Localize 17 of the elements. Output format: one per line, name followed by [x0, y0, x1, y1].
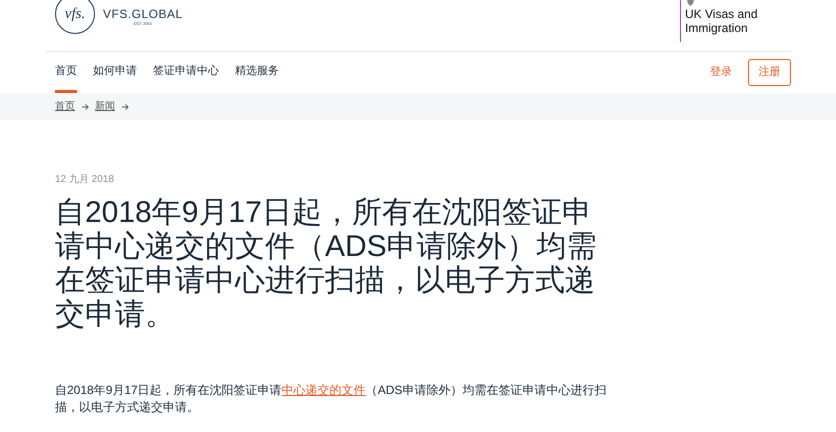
- arrow-right-icon: [81, 102, 89, 110]
- register-button[interactable]: 注册: [748, 59, 791, 86]
- breadcrumb-link[interactable]: 新闻: [95, 99, 115, 114]
- login-link[interactable]: 登录: [710, 64, 732, 81]
- logo-name: VFS.GLOBAL: [103, 6, 183, 20]
- nav-tab[interactable]: 签证申请中心: [153, 52, 219, 93]
- logo-emblem: vfs.: [55, 0, 95, 34]
- breadcrumb-link[interactable]: 首页: [55, 99, 75, 114]
- partner-name: UK Visas and Immigration: [685, 7, 758, 35]
- nav-tab[interactable]: 精选服务: [235, 52, 279, 93]
- crest-icon: [686, 0, 695, 7]
- nav-tab[interactable]: 如何申请: [93, 52, 137, 93]
- article-title: 自2018年9月17日起，所有在沈阳签证申请中心递交的文件（ADS申请除外）均需在签证申请中心进行扫描，以电子方式递交申请。: [55, 196, 598, 332]
- article-date: 12 九月 2018: [55, 174, 115, 186]
- article-paragraph: 自2018年9月17日起，所有在沈阳签证申请中心递交的文件（ADS申请除外）均需在签证申请中心进行扫描，以电子方式递交申请。: [55, 382, 608, 416]
- document-link[interactable]: 中心递交的文件: [282, 383, 366, 397]
- arrow-right-icon: [121, 102, 129, 110]
